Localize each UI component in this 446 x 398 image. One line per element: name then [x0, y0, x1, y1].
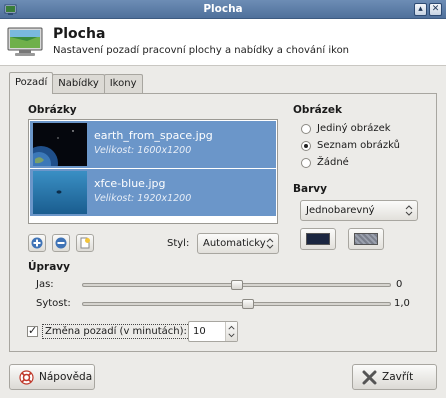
brightness-value: 0 [396, 279, 403, 290]
tab-ikony[interactable]: Ikony [103, 74, 143, 94]
radio-single-image[interactable] [301, 124, 311, 134]
image-mode-heading: Obrázek [293, 104, 342, 116]
style-select-value: Automaticky [203, 238, 266, 249]
colors-heading: Barvy [293, 183, 327, 195]
tab-panel-pozadi: Obrázky earth_from_space.jpg Velikost: 1… [9, 93, 437, 352]
tab-pozadi[interactable]: Pozadí [9, 72, 54, 94]
adjustments-heading: Úpravy [28, 261, 70, 273]
saturation-value: 1,0 [394, 298, 410, 309]
dialog-subtitle: Nastavení pozadí pracovní plochy a nabíd… [53, 45, 350, 56]
brightness-label: Jas: [36, 279, 54, 290]
image-size: Velikost: 1600x1200 [94, 145, 192, 156]
saturation-label: Sytost: [36, 298, 71, 309]
color-mode-value: Jednobarevný [306, 205, 375, 216]
combo-arrows-icon [266, 238, 274, 249]
list-item[interactable]: xfce-blue.jpg Velikost: 1920x1200 [30, 169, 276, 216]
image-list[interactable]: earth_from_space.jpg Velikost: 1600x1200… [28, 119, 278, 224]
earth-thumbnail [33, 123, 87, 166]
secondary-color-button[interactable] [348, 228, 384, 250]
combo-arrows-icon [405, 205, 413, 216]
radio-image-list-label: Seznam obrázků [317, 140, 400, 151]
saturation-slider-track[interactable] [82, 302, 391, 306]
dialog-header: Plocha Nastavení pozadí pracovní plochy … [0, 19, 446, 66]
xfce-blue-thumbnail [33, 171, 87, 214]
desktop-monitor-icon [7, 27, 43, 56]
secondary-color-swatch [354, 233, 378, 245]
primary-color-swatch [306, 233, 330, 245]
spin-arrows-icon[interactable] [225, 322, 237, 341]
dialog-title: Plocha [53, 26, 106, 42]
close-window-button[interactable]: ✕ [429, 3, 442, 16]
style-label: Styl: [167, 238, 190, 249]
radio-none-label: Žádné [317, 157, 349, 168]
image-size: Velikost: 1920x1200 [94, 193, 192, 204]
tab-bar: Pozadí Nabídky Ikony [9, 72, 143, 94]
help-lifebuoy-icon [19, 370, 34, 385]
image-filename: xfce-blue.jpg [94, 177, 166, 190]
color-mode-select[interactable]: Jednobarevný [300, 200, 418, 221]
style-select[interactable]: Automaticky [197, 233, 279, 254]
maximize-button[interactable]: ▴ [414, 3, 427, 16]
radio-single-image-label: Jediný obrázek [317, 123, 391, 134]
radio-none[interactable] [301, 158, 311, 168]
image-filename: earth_from_space.jpg [94, 129, 213, 142]
list-item[interactable]: earth_from_space.jpg Velikost: 1600x1200 [30, 121, 276, 168]
change-background-checkbox[interactable] [27, 324, 38, 337]
plus-icon [31, 237, 43, 249]
window-title: Plocha [203, 3, 243, 15]
window-titlebar[interactable]: Plocha ▴ ✕ [0, 0, 446, 19]
remove-image-button[interactable] [52, 234, 70, 252]
minus-icon [55, 237, 67, 249]
document-icon [80, 237, 90, 249]
close-button[interactable]: Zavřít [352, 364, 437, 390]
images-heading: Obrázky [28, 104, 77, 116]
change-background-label[interactable]: Změna pozadí (v minutách): [42, 324, 190, 339]
help-button-label: Nápověda [39, 371, 93, 383]
saturation-slider-thumb[interactable] [242, 299, 255, 309]
help-button[interactable]: Nápověda [9, 364, 95, 390]
tab-nabidky[interactable]: Nabídky [52, 74, 105, 94]
close-button-label: Zavřít [382, 371, 414, 383]
minutes-value: 10 [193, 326, 206, 337]
add-image-button[interactable] [28, 234, 46, 252]
close-x-icon [362, 370, 377, 385]
new-list-button[interactable] [76, 234, 94, 252]
minutes-spinbox[interactable]: 10 [188, 321, 238, 342]
brightness-slider-thumb[interactable] [230, 280, 243, 290]
radio-image-list[interactable] [301, 141, 311, 151]
primary-color-button[interactable] [300, 228, 336, 250]
